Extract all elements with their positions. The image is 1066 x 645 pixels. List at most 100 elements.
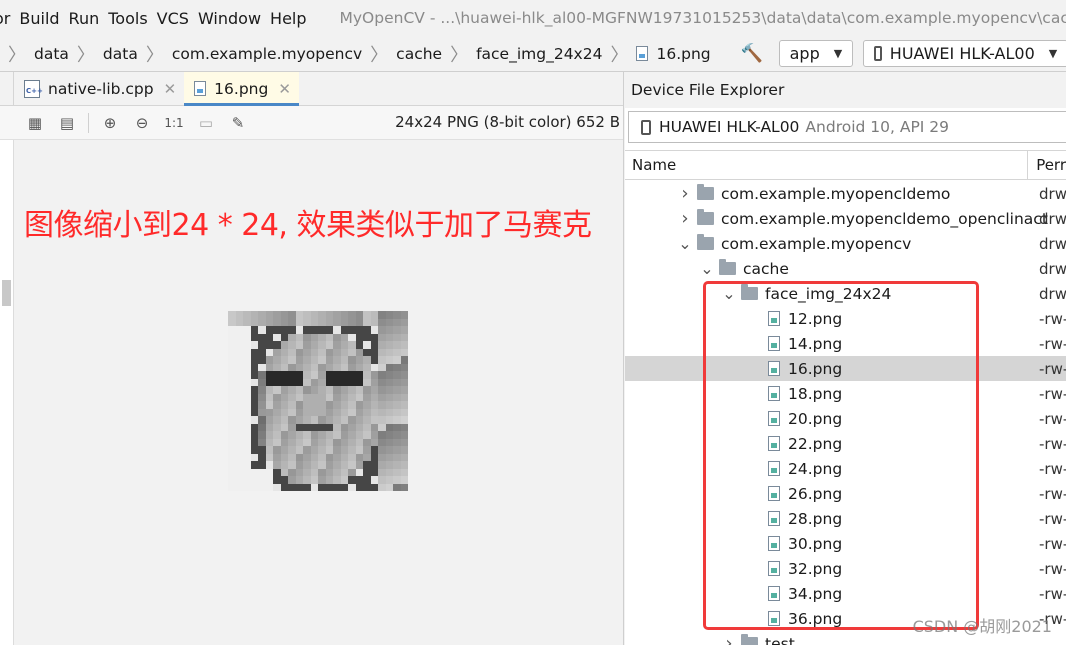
tree-item-permissions: -rw- xyxy=(1039,509,1066,528)
device-dropdown[interactable]: HUAWEI HLK-AL00 ▼ xyxy=(863,40,1066,67)
chessboard-icon[interactable]: ▦ xyxy=(24,112,46,134)
chevron-down-icon[interactable]: ⌄ xyxy=(699,259,715,278)
column-header-name[interactable]: Name xyxy=(625,151,1029,179)
explorer-device-dropdown[interactable]: HUAWEI HLK-AL00 Android 10, API 29 xyxy=(628,111,1066,143)
tree-item-permissions: drw xyxy=(1039,209,1066,228)
explorer-device-detail: Android 10, API 29 xyxy=(805,118,950,136)
phone-icon xyxy=(641,119,651,135)
tree-item-permissions: -rw- xyxy=(1039,484,1066,503)
tree-item-permissions: -rw- xyxy=(1039,534,1066,553)
hammer-icon[interactable]: 🔨 xyxy=(741,43,763,64)
folder-icon xyxy=(697,209,714,225)
chevron-down-icon[interactable]: ⌄ xyxy=(677,234,693,253)
tree-item-permissions: -rw- xyxy=(1039,309,1066,328)
grid-icon[interactable]: ▤ xyxy=(56,112,78,134)
navigation-bar: 〉 data 〉 data 〉 com.example.myopencv 〉 c… xyxy=(0,36,1066,72)
tree-item-permissions: drw xyxy=(1039,184,1066,203)
tree-item-permissions: -rw- xyxy=(1039,409,1066,428)
image-toolbar: ▦ ▤ ⊕ ⊖ 1:1 ▭ ✎ 24x24 PNG (8-bit color) … xyxy=(0,106,623,140)
toolbar-separator xyxy=(88,112,89,133)
folder-icon xyxy=(719,259,736,275)
tree-item-label: com.example.myopencldemo_openclinact xyxy=(721,209,1048,228)
png-file-icon xyxy=(194,81,207,96)
tree-item-permissions: -rw- xyxy=(1039,559,1066,578)
tree-item-permissions: -rw- xyxy=(1039,459,1066,478)
tab-label: 16.png xyxy=(214,79,269,98)
menu-bar: or Build Run Tools VCS Window Help MyOpe… xyxy=(0,0,1066,36)
breadcrumb-separator: 〉 xyxy=(76,44,95,66)
tree-item-label: cache xyxy=(743,259,789,278)
tree-item-label: test xyxy=(765,634,795,645)
editor-gutter xyxy=(0,140,14,645)
tree-item-label: com.example.myopencv xyxy=(721,234,912,253)
breadcrumb-separator: 〉 xyxy=(145,44,164,66)
tree-folder-row[interactable]: › com.example.myopencldemo_openclinact drw xyxy=(625,206,1066,231)
breadcrumb-item[interactable]: data xyxy=(34,45,69,63)
breadcrumb-separator: 〉 xyxy=(8,44,26,66)
column-header: Name Perr xyxy=(625,150,1066,180)
close-icon[interactable]: ✕ xyxy=(278,80,291,98)
tab-16-png[interactable]: 16.png ✕ xyxy=(184,72,299,106)
chevron-right-icon[interactable]: › xyxy=(721,633,737,645)
zoom-in-icon[interactable]: ⊕ xyxy=(99,112,121,134)
tab-label: native-lib.cpp xyxy=(48,79,154,98)
device-label: HUAWEI HLK-AL00 xyxy=(889,44,1035,63)
tree-item-permissions: -rw- xyxy=(1039,584,1066,603)
run-config-label: app xyxy=(789,44,820,63)
tree-item-permissions: -rw- xyxy=(1039,334,1066,353)
explorer-device-name: HUAWEI HLK-AL00 xyxy=(659,118,800,136)
image-info: 24x24 PNG (8-bit color) 652 B xyxy=(395,113,620,131)
tree-item-permissions: -rw- xyxy=(1039,384,1066,403)
chevron-right-icon[interactable]: › xyxy=(677,183,693,204)
folder-icon xyxy=(697,234,714,250)
menu-item-run[interactable]: Run xyxy=(69,9,109,28)
zoom-out-icon[interactable]: ⊖ xyxy=(131,112,153,134)
chevron-down-icon: ▼ xyxy=(1048,47,1058,60)
tree-folder-row[interactable]: ⌄ com.example.myopencv drw xyxy=(625,231,1066,256)
run-config-dropdown[interactable]: app ▼ xyxy=(778,40,854,67)
close-icon[interactable]: ✕ xyxy=(164,80,177,98)
breadcrumb-item[interactable]: cache xyxy=(396,45,442,63)
tree-folder-row[interactable]: › com.example.myopencldemo drw xyxy=(625,181,1066,206)
tab-edge xyxy=(0,72,14,105)
chevron-down-icon: ▼ xyxy=(833,47,843,60)
image-canvas: 图像缩小到24 * 24, 效果类似于加了马赛克 xyxy=(14,140,623,645)
tree-item-permissions: -rw- xyxy=(1039,359,1066,378)
tab-native-lib[interactable]: C++ native-lib.cpp ✕ xyxy=(14,72,184,105)
tree-item-permissions: drw xyxy=(1039,259,1066,278)
menu-item-help[interactable]: Help xyxy=(270,9,315,28)
phone-icon xyxy=(874,46,882,61)
editor-pane: C++ native-lib.cpp ✕ 16.png ✕ ▦ ▤ ⊕ ⊖ 1:… xyxy=(0,72,624,645)
chevron-right-icon[interactable]: › xyxy=(677,208,693,229)
breadcrumb-item[interactable]: data xyxy=(103,45,138,63)
breadcrumb-separator: 〉 xyxy=(450,44,469,66)
explorer-title: Device File Explorer xyxy=(625,72,1066,108)
breadcrumb-item[interactable]: com.example.myopencv xyxy=(172,45,362,63)
menu-item-build[interactable]: Build xyxy=(19,9,68,28)
actual-size-button[interactable]: 1:1 xyxy=(163,112,185,134)
column-header-permissions[interactable]: Perr xyxy=(1028,156,1066,174)
breadcrumb-item-current[interactable]: 16.png xyxy=(636,45,711,63)
cpp-file-icon: C++ xyxy=(24,79,43,98)
scrollbar-thumb[interactable] xyxy=(2,280,11,306)
folder-icon xyxy=(741,634,758,645)
breadcrumb-separator: 〉 xyxy=(370,44,389,66)
tree-item-permissions: drw xyxy=(1039,284,1066,303)
menu-item-vcs[interactable]: VCS xyxy=(157,9,198,28)
folder-icon xyxy=(697,184,714,200)
window-title: MyOpenCV - ...\huawei-hlk_al00-MGFNW1973… xyxy=(339,9,1066,27)
breadcrumb-item[interactable]: face_img_24x24 xyxy=(476,45,602,63)
annotation-text: 图像缩小到24 * 24, 效果类似于加了马赛克 xyxy=(24,208,592,243)
editor-tabs: C++ native-lib.cpp ✕ 16.png ✕ xyxy=(0,72,623,106)
png-file-icon xyxy=(636,46,649,61)
fit-to-window-icon[interactable]: ▭ xyxy=(195,112,217,134)
menu-item-editor[interactable]: or xyxy=(0,9,19,28)
mosaic-face-image xyxy=(228,311,408,491)
highlight-box xyxy=(703,281,979,630)
menu-item-tools[interactable]: Tools xyxy=(108,9,156,28)
tree-item-permissions: -rw- xyxy=(1039,434,1066,453)
tree-folder-row[interactable]: ⌄ cache drw xyxy=(625,256,1066,281)
tree-item-label: com.example.myopencldemo xyxy=(721,184,951,203)
menu-item-window[interactable]: Window xyxy=(198,9,270,28)
color-picker-icon[interactable]: ✎ xyxy=(227,112,249,134)
